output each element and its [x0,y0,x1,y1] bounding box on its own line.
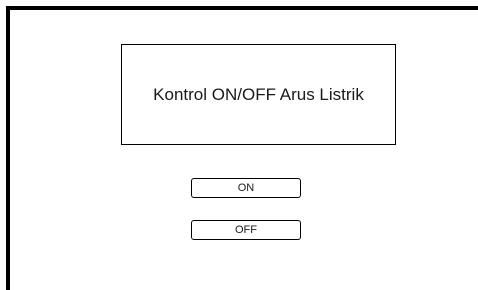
title-panel: Kontrol ON/OFF Arus Listrik [121,44,396,145]
page-title: Kontrol ON/OFF Arus Listrik [153,84,364,104]
on-button[interactable]: ON [191,178,301,198]
off-button[interactable]: OFF [191,220,301,240]
